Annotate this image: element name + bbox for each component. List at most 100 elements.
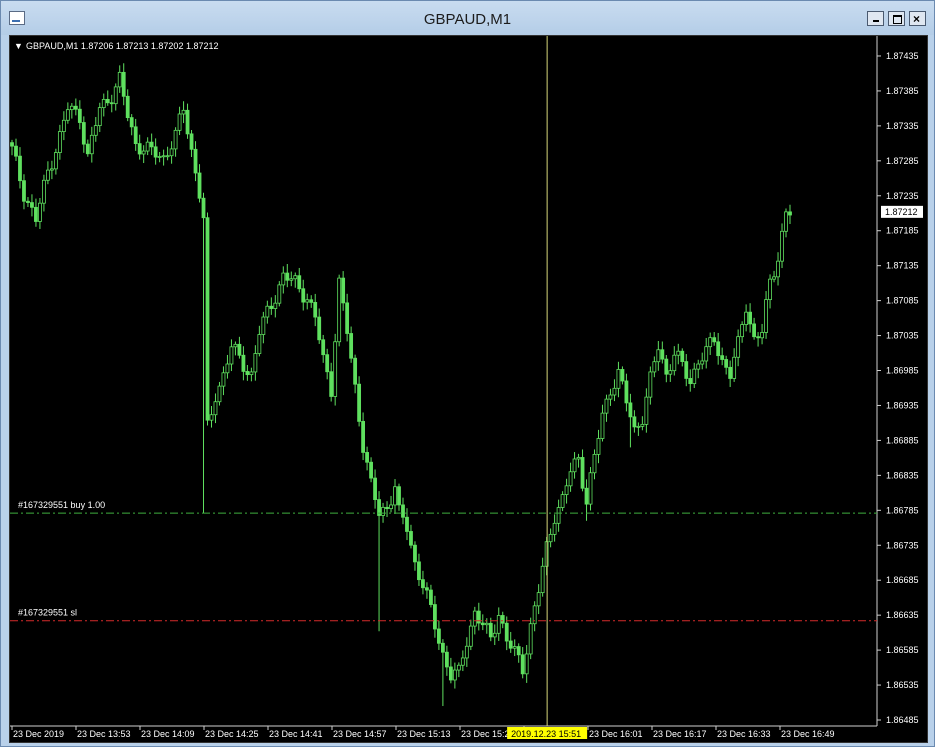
candle-body xyxy=(161,155,166,158)
time-tick-label: 23 Dec 14:09 xyxy=(141,729,195,739)
time-tick-label: 23 Dec 15:29 xyxy=(461,729,515,739)
candle-body xyxy=(365,452,369,463)
candle-body xyxy=(153,146,158,158)
candle-body xyxy=(620,369,625,382)
candle-body xyxy=(437,628,441,644)
title-bar[interactable]: GBPAUD,M1 × xyxy=(1,1,934,35)
candle-body xyxy=(77,108,82,123)
candle-body xyxy=(38,202,42,222)
candle-body xyxy=(744,311,749,325)
candle-body xyxy=(261,316,266,335)
candle-body xyxy=(65,109,70,121)
candle-body xyxy=(57,131,62,153)
maximize-button[interactable] xyxy=(888,11,905,26)
candle-body xyxy=(772,276,776,280)
candle-body xyxy=(389,504,393,510)
candle-body xyxy=(273,302,278,309)
candle-body xyxy=(285,272,290,281)
candle-body xyxy=(321,339,326,356)
candle-body xyxy=(333,341,338,397)
candle-body xyxy=(704,346,709,362)
price-tick-label: 1.87235 xyxy=(886,191,919,201)
candle-body xyxy=(556,507,561,524)
candle-body xyxy=(680,350,685,362)
candle-body xyxy=(89,134,94,155)
candle-body xyxy=(85,143,90,155)
candle-body xyxy=(672,354,677,372)
candle-body xyxy=(249,371,254,376)
candle-body xyxy=(289,278,294,281)
candle-body xyxy=(616,369,621,389)
candle xyxy=(588,467,593,511)
candle-body xyxy=(329,371,334,397)
price-tick-label: 1.86835 xyxy=(886,470,919,480)
minimize-icon xyxy=(873,20,879,22)
candle xyxy=(205,212,210,426)
candle-body xyxy=(596,438,601,455)
candlestick-chart[interactable]: #167329551 buy 1.00 #167329551 sl 1.87435… xyxy=(10,36,927,742)
candle-body xyxy=(752,323,756,338)
candle-body xyxy=(189,133,194,150)
candle-body xyxy=(504,622,509,642)
candle-body xyxy=(257,334,262,354)
candle-body xyxy=(133,126,138,145)
maximize-icon xyxy=(893,15,902,24)
candle-body xyxy=(22,180,26,202)
candle-body xyxy=(760,332,764,339)
price-tick-label: 1.86935 xyxy=(886,400,919,410)
crosshair-time-marker: 2019.12.23 15:51 xyxy=(507,727,588,739)
candle-body xyxy=(349,333,354,359)
candle-body xyxy=(644,396,649,425)
candle-body xyxy=(125,95,130,119)
candle-body xyxy=(421,579,425,589)
candle-body xyxy=(508,640,513,649)
candle-body xyxy=(281,272,286,286)
candle-body xyxy=(113,86,118,105)
candle-body xyxy=(337,277,342,343)
candle-body xyxy=(417,561,421,581)
candle-body xyxy=(109,102,114,105)
time-tick-label: 23 Dec 16:33 xyxy=(717,729,771,739)
candle-body xyxy=(297,275,302,290)
candle-body xyxy=(277,284,282,304)
candle-body xyxy=(141,150,146,155)
order-line-label: #167329551 sl xyxy=(18,608,77,618)
candle-body xyxy=(688,378,693,385)
candle-body xyxy=(425,587,429,591)
candle-body xyxy=(129,117,134,128)
chart-area[interactable]: #167329551 buy 1.00 #167329551 sl 1.87435… xyxy=(9,35,928,743)
candle-body xyxy=(53,152,58,170)
candle-body xyxy=(49,168,54,171)
candle-body xyxy=(385,506,389,510)
minimize-button[interactable] xyxy=(867,11,884,26)
candle-body xyxy=(181,109,186,115)
candle xyxy=(337,274,342,347)
candle-body xyxy=(30,202,34,208)
candle-body xyxy=(664,358,669,375)
candle-body xyxy=(26,200,30,203)
candle-body xyxy=(397,486,401,506)
candle-body xyxy=(496,615,501,634)
time-tick-label: 23 Dec 2019 xyxy=(13,729,64,739)
close-button[interactable]: × xyxy=(909,11,926,26)
candle-body xyxy=(121,71,126,97)
candle-body xyxy=(740,324,745,338)
candle-body xyxy=(405,516,409,532)
candle-body xyxy=(341,277,346,304)
price-tick-label: 1.86885 xyxy=(886,435,919,445)
candle-body xyxy=(429,589,433,605)
candle-body xyxy=(516,646,521,656)
candle xyxy=(277,281,282,307)
candle-body xyxy=(712,337,717,343)
candle-body xyxy=(81,122,86,145)
header-dropdown-icon[interactable]: ▼ xyxy=(14,41,23,51)
candle-body xyxy=(193,148,198,174)
symbol-info-label: GBPAUD,M1 1.87206 1.87213 1.87202 1.8721… xyxy=(26,41,218,51)
candle-body xyxy=(265,305,270,318)
candle-body xyxy=(325,354,330,373)
candle-body xyxy=(137,143,142,155)
candle-body xyxy=(225,363,230,374)
candle-body xyxy=(512,646,517,649)
candle-body xyxy=(293,275,298,280)
candle-body xyxy=(624,380,629,404)
